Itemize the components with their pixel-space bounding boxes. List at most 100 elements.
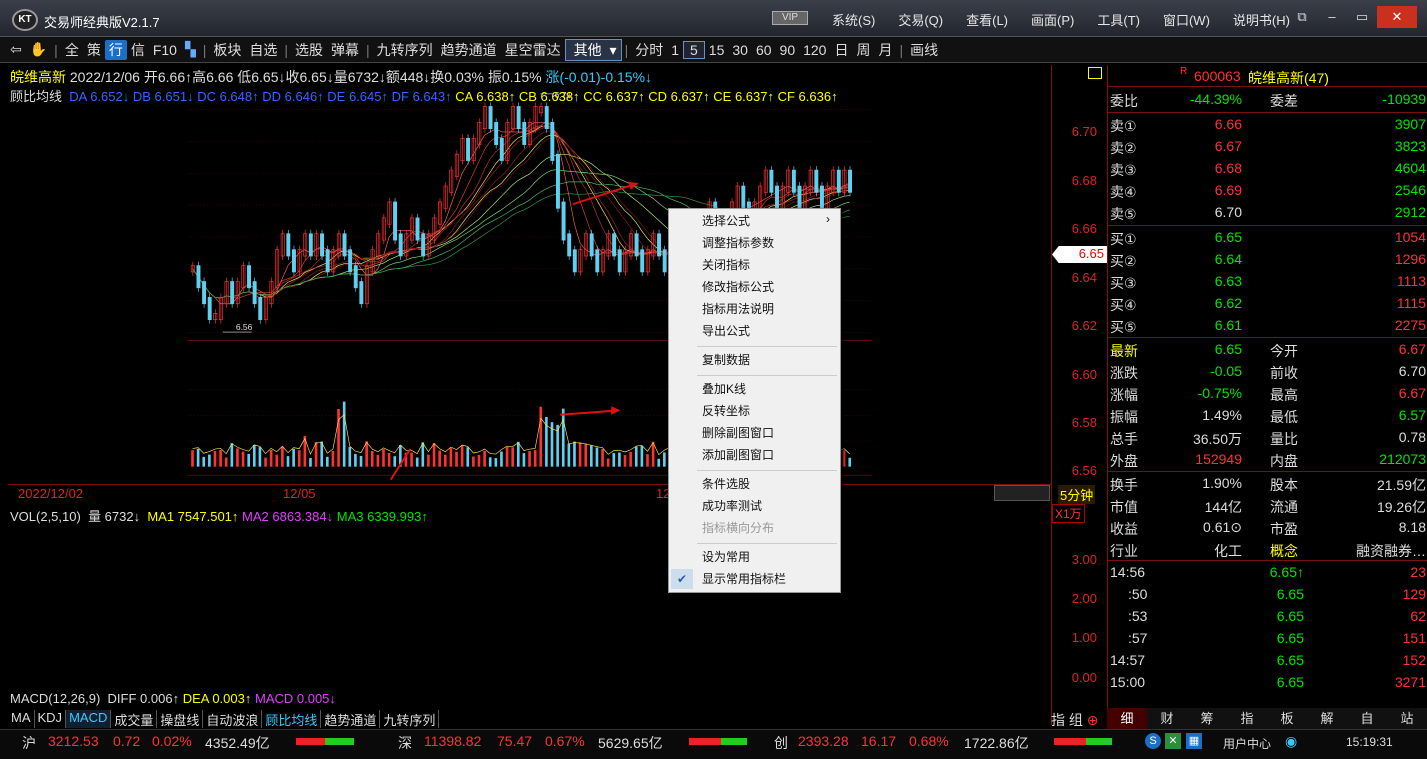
tab-operate-line[interactable]: 操盘线 (157, 710, 204, 728)
menu-tools[interactable]: 工具(T) (1097, 10, 1140, 29)
menu-screen[interactable]: 画面(P) (1031, 10, 1074, 29)
tick-row: :57 6.65 151 (1128, 630, 1426, 646)
kline-chart[interactable]: 6.71 6.56 (8, 65, 1051, 485)
cy-index-price[interactable]: 2393.28 (798, 733, 849, 749)
menu-copy-data[interactable]: 复制数据 (702, 350, 750, 370)
menu-success-test[interactable]: 成功率测试 (702, 496, 762, 516)
menu-trade[interactable]: 交易(Q) (898, 10, 943, 29)
tb-other-select[interactable]: 其他 ▾ (564, 38, 622, 61)
period-90m[interactable]: 90 (776, 42, 800, 58)
tb-all[interactable]: 全 (61, 40, 83, 60)
tab-volume[interactable]: 成交量 (111, 710, 158, 728)
qtab-detail[interactable]: 细 (1107, 708, 1147, 729)
back-icon[interactable]: ⇦ (0, 41, 26, 58)
sz-index-price[interactable]: 11398.82 (424, 733, 481, 749)
menu-adjust-params[interactable]: 调整指标参数 (702, 233, 774, 253)
user-center-link[interactable]: 用户中心 (1223, 735, 1271, 752)
tick-row: 14:57 6.65 152 (1110, 652, 1426, 668)
menu-system[interactable]: 系统(S) (832, 10, 875, 29)
vip-badge[interactable]: VIP (772, 11, 808, 25)
tab-ma[interactable]: MA (8, 710, 35, 728)
menu-overlay-kline[interactable]: 叠加K线 (702, 379, 746, 399)
tb-watchlist[interactable]: 自选 (245, 40, 281, 60)
macd-info-line: MACD(12,26,9) DIFF 0.006↑ DEA 0.003↑ MAC… (10, 691, 336, 706)
tb-quote[interactable]: 行 (104, 39, 127, 60)
period-15m[interactable]: 15 (705, 42, 729, 58)
menu-set-common[interactable]: 设为常用 (702, 547, 750, 567)
add-icon[interactable]: ⊕ (1087, 712, 1099, 728)
period-timeshare[interactable]: 分时 (631, 40, 667, 60)
menu-close-indicator[interactable]: 关闭指标 (702, 255, 750, 275)
exchange-icon[interactable]: ✕ (1165, 733, 1181, 749)
tb-info[interactable]: 信 (127, 40, 149, 60)
menu-help[interactable]: 说明书(H) (1233, 10, 1290, 29)
qtab-self[interactable]: 自 (1347, 708, 1387, 729)
period-60m[interactable]: 60 (752, 42, 776, 58)
menu-show-common-bar[interactable]: 显示常用指标栏 (702, 569, 786, 589)
layout-icon[interactable]: ▚ (181, 41, 200, 58)
period-day[interactable]: 日 (830, 40, 852, 60)
minimize-icon[interactable]: – (1317, 6, 1347, 28)
stock-name: 皖维高新(47) (1248, 70, 1329, 86)
stock-code: 600063 (1194, 68, 1241, 84)
tb-radar[interactable]: 星空雷达 (501, 40, 565, 60)
period-30m[interactable]: 30 (728, 42, 752, 58)
tb-f10[interactable]: F10 (149, 42, 181, 58)
hand-icon[interactable]: ✋ (26, 41, 51, 58)
qtab-finance[interactable]: 财 (1147, 708, 1187, 729)
tick-row: 14:56 6.65↑ 23 (1110, 564, 1426, 580)
period-week[interactable]: 周 (852, 40, 874, 60)
stat-row: 最新 6.65 今开 6.67 (1110, 341, 1426, 359)
restore-icon[interactable]: ⧉ (1287, 6, 1317, 28)
tab-gubi[interactable]: 顾比均线 (262, 710, 322, 728)
qtab-chips[interactable]: 筹 (1187, 708, 1227, 729)
axis-toggle-icon[interactable] (1088, 67, 1102, 79)
menu-select-formula[interactable]: 选择公式 (702, 211, 750, 231)
close-icon[interactable]: ✕ (1377, 6, 1417, 28)
qtab-index[interactable]: 指 (1227, 708, 1267, 729)
qtab-sector[interactable]: 板 (1267, 708, 1307, 729)
tab-trend-channel[interactable]: 趋势通道 (321, 710, 381, 728)
maximize-icon[interactable]: ▭ (1347, 6, 1377, 28)
buy-level-row: 买④ 6.62 1115 (1110, 295, 1426, 313)
qtab-station[interactable]: 站 (1387, 708, 1427, 729)
s-icon[interactable]: S (1145, 733, 1161, 749)
menu-condition-screen[interactable]: 条件选股 (702, 474, 750, 494)
tab-kdj[interactable]: KDJ (35, 710, 67, 728)
scroll-box[interactable] (994, 485, 1050, 501)
sell-level-row: 卖① 6.66 3907 (1110, 116, 1426, 134)
menu-delete-subwindow[interactable]: 删除副图窗口 (702, 423, 774, 443)
stat-row: 振幅 1.49% 最低 6.57 (1110, 407, 1426, 425)
tab-macd[interactable]: MACD (66, 710, 112, 728)
submenu-arrow-icon: › (826, 212, 830, 226)
menu-usage-help[interactable]: 指标用法说明 (702, 299, 774, 319)
tab-auto-wave[interactable]: 自动波浪 (203, 710, 263, 728)
period-120m[interactable]: 120 (799, 42, 830, 58)
kline-info-line: 皖维高新 2022/12/06 开6.66↑高6.66 低6.65↓收6.65↓… (10, 69, 653, 85)
tb-draw-line[interactable]: 画线 (906, 40, 942, 60)
index-group-toggle[interactable]: 指 组 ⊕ (1051, 710, 1099, 730)
menu-window[interactable]: 窗口(W) (1163, 10, 1210, 29)
period-1m[interactable]: 1 (667, 42, 683, 58)
tb-screener[interactable]: 选股 (291, 40, 327, 60)
menu-add-subwindow[interactable]: 添加副图窗口 (702, 445, 774, 465)
period-month[interactable]: 月 (874, 40, 896, 60)
grid-icon[interactable]: ▦ (1186, 733, 1202, 749)
sell-level-row: 卖⑤ 6.70 2912 (1110, 204, 1426, 222)
tb-trend-channel[interactable]: 趋势通道 (437, 40, 501, 60)
qtab-explain[interactable]: 解 (1307, 708, 1347, 729)
buy-level-row: 买① 6.65 1054 (1110, 229, 1426, 247)
tb-sector[interactable]: 板块 (209, 40, 245, 60)
tb-nine-turn[interactable]: 九转序列 (373, 40, 437, 60)
sh-index-price[interactable]: 3212.53 (48, 733, 99, 749)
tb-danmu[interactable]: 弹幕 (327, 40, 363, 60)
volume-unit[interactable]: X1万 (1052, 504, 1085, 523)
tab-nine-turn[interactable]: 九转序列 (380, 710, 440, 728)
menu-view[interactable]: 查看(L) (966, 10, 1008, 29)
tb-strategy[interactable]: 策 (83, 40, 105, 60)
check-icon: ✔ (671, 569, 693, 589)
period-5m[interactable]: 5 (683, 40, 705, 59)
menu-invert-axis[interactable]: 反转坐标 (702, 401, 750, 421)
menu-export-formula[interactable]: 导出公式 (702, 321, 750, 341)
menu-edit-formula[interactable]: 修改指标公式 (702, 277, 774, 297)
